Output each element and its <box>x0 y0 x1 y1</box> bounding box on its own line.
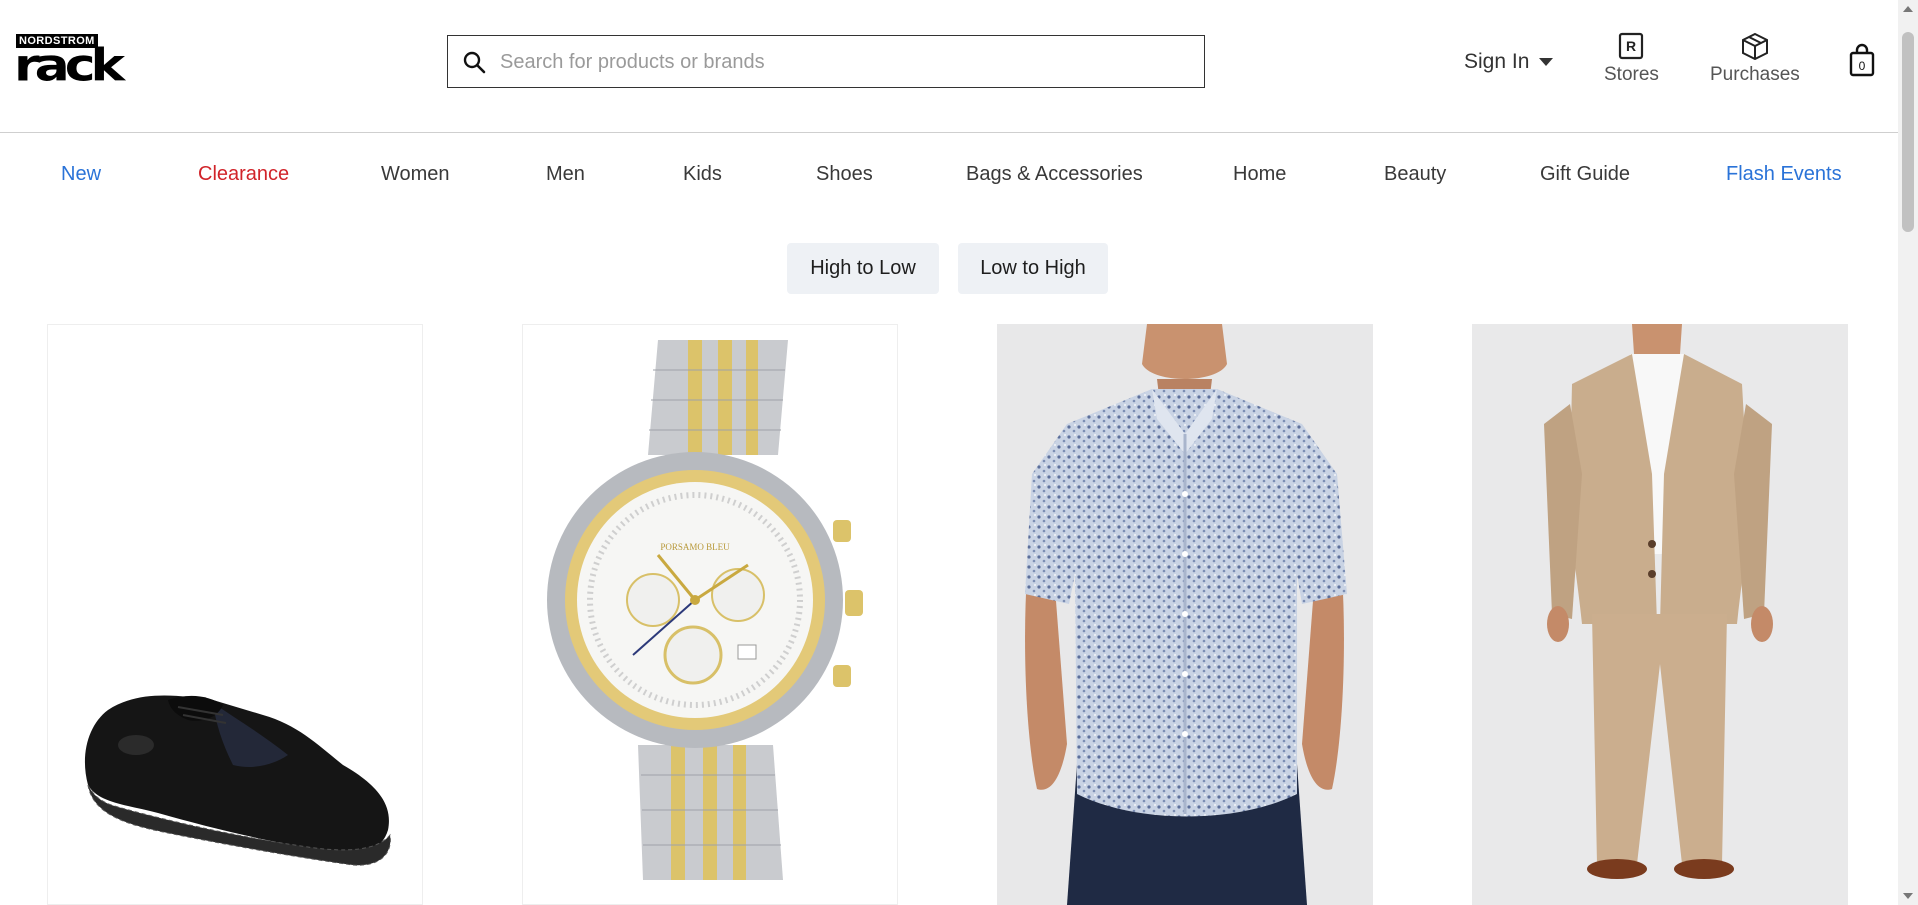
scroll-up-arrow[interactable] <box>1903 6 1913 12</box>
nav-flash-events[interactable]: Flash Events <box>1726 163 1842 186</box>
nav-gift-guide[interactable]: Gift Guide <box>1540 163 1630 186</box>
bag-count: 0 <box>1859 59 1866 73</box>
box-icon <box>1741 32 1768 60</box>
product-image-shirt <box>997 324 1373 905</box>
product-image-watch: PORSAMO BLEU <box>523 325 897 904</box>
scroll-down-arrow[interactable] <box>1903 893 1913 899</box>
nav-women[interactable]: Women <box>381 163 450 186</box>
logo-big-text: Rack <box>14 40 125 92</box>
product-image-shoe <box>48 325 422 904</box>
vertical-scrollbar[interactable] <box>1898 0 1918 905</box>
sort-low-to-high-button[interactable]: Low to High <box>958 243 1108 294</box>
nav-home[interactable]: Home <box>1233 163 1286 186</box>
nav-kids[interactable]: Kids <box>683 163 722 186</box>
nav-new[interactable]: New <box>61 163 101 186</box>
caret-down-icon <box>1539 58 1554 66</box>
search-icon <box>463 51 486 74</box>
product-card[interactable] <box>1472 324 1848 905</box>
nav-shoes[interactable]: Shoes <box>816 163 873 186</box>
sign-in-menu[interactable]: Sign In <box>1464 50 1554 74</box>
svg-text:R: R <box>1626 38 1636 54</box>
nav-beauty[interactable]: Beauty <box>1384 163 1446 186</box>
product-card[interactable]: PORSAMO BLEU <box>522 324 898 905</box>
purchases-label: Purchases <box>1710 64 1800 85</box>
main-nav: New Clearance Women Men Kids Shoes Bags … <box>0 163 1898 187</box>
scroll-thumb[interactable] <box>1902 32 1914 232</box>
sign-in-label: Sign In <box>1464 50 1530 73</box>
product-card[interactable] <box>47 324 423 905</box>
site-header: NORDSTROM Rack Sign In R Stores Purchase… <box>0 0 1898 133</box>
search-bar[interactable] <box>447 35 1205 88</box>
store-icon: R <box>1619 32 1644 60</box>
nordstrom-rack-logo[interactable]: NORDSTROM Rack <box>14 34 182 92</box>
purchases-button[interactable]: Purchases <box>1710 32 1800 86</box>
sort-high-to-low-button[interactable]: High to Low <box>787 243 939 294</box>
nav-clearance[interactable]: Clearance <box>198 163 289 186</box>
stores-button[interactable]: R Stores <box>1604 32 1659 86</box>
nav-men[interactable]: Men <box>546 163 585 186</box>
nav-bags-accessories[interactable]: Bags & Accessories <box>966 163 1143 186</box>
product-card[interactable] <box>997 324 1373 905</box>
watch-brand-text: PORSAMO BLEU <box>660 542 730 552</box>
search-input[interactable] <box>498 36 1192 88</box>
stores-label: Stores <box>1604 64 1659 85</box>
shopping-bag-icon: 0 <box>1849 43 1875 77</box>
product-image-suit <box>1472 324 1848 905</box>
shopping-bag-button[interactable]: 0 <box>1848 43 1876 82</box>
